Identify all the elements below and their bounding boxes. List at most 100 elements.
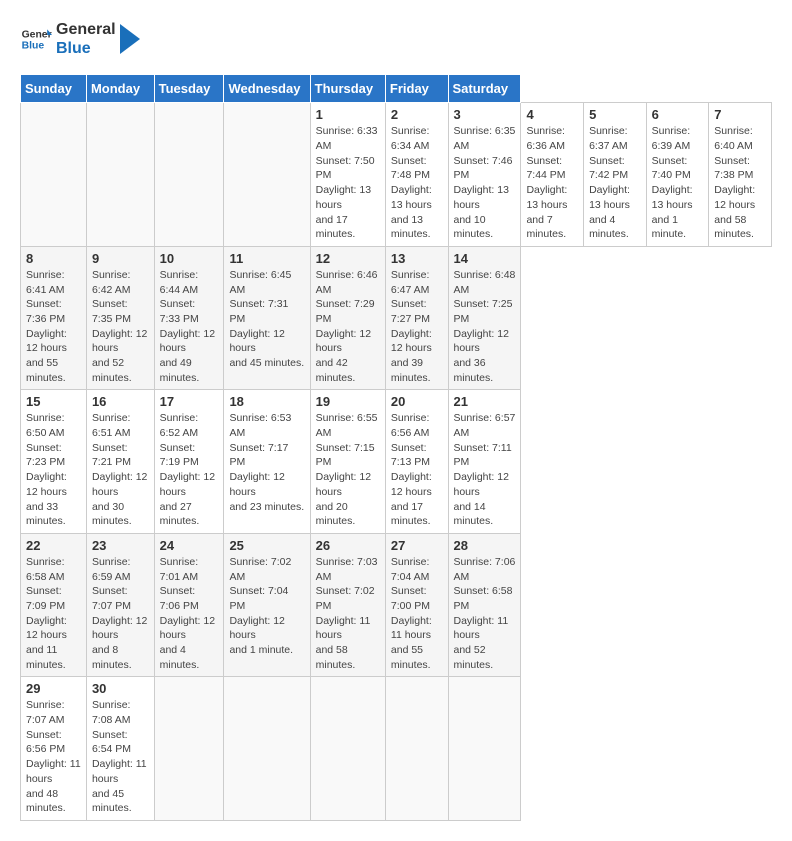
logo-arrow-icon [120,24,140,54]
day-number: 16 [92,394,149,409]
empty-cell [21,103,87,247]
week-row-5: 29Sunrise: 7:07 AM Sunset: 6:56 PM Dayli… [21,677,772,821]
calendar-body: 1 Sunrise: 6:33 AM Sunset: 7:50 PM Daylig… [21,103,772,821]
day-cell-22: 22 Sunrise: 6:58 AM Sunset: 7:09 PM Dayli… [21,533,87,677]
empty-cell [385,677,448,821]
day-info: Sunrise: 6:55 AM Sunset: 7:15 PM Dayligh… [316,411,380,529]
day-number: 7 [714,107,766,122]
day-cell-25: 25Sunrise: 7:02 AM Sunset: 7:04 PM Dayli… [224,533,310,677]
day-cell-17: 17Sunrise: 6:52 AM Sunset: 7:19 PM Dayli… [154,390,224,534]
column-header-thursday: Thursday [310,75,385,103]
day-number: 4 [526,107,578,122]
day-cell-11: 11Sunrise: 6:45 AM Sunset: 7:31 PM Dayli… [224,246,310,390]
day-number: 27 [391,538,443,553]
day-cell-21: 21 Sunrise: 6:57 AM Sunset: 7:11 PM Dayli… [448,390,521,534]
column-header-wednesday: Wednesday [224,75,310,103]
day-cell-10: 10 Sunrise: 6:44 AM Sunset: 7:33 PM Dayli… [154,246,224,390]
day-cell-13: 13Sunrise: 6:47 AM Sunset: 7:27 PM Dayli… [385,246,448,390]
calendar-header-row: SundayMondayTuesdayWednesdayThursdayFrid… [21,75,772,103]
day-number: 29 [26,681,81,696]
day-info: Sunrise: 6:59 AM Sunset: 7:07 PM Dayligh… [92,555,149,673]
day-cell-1: 1 Sunrise: 6:33 AM Sunset: 7:50 PM Daylig… [310,103,385,247]
day-info: Sunrise: 6:44 AM Sunset: 7:33 PM Dayligh… [160,268,219,386]
day-cell-15: 15 Sunrise: 6:50 AM Sunset: 7:23 PM Dayli… [21,390,87,534]
day-number: 19 [316,394,380,409]
day-number: 9 [92,251,149,266]
day-info: Sunrise: 6:42 AM Sunset: 7:35 PM Dayligh… [92,268,149,386]
day-cell-9: 9 Sunrise: 6:42 AM Sunset: 7:35 PM Daylig… [86,246,154,390]
day-cell-30: 30 Sunrise: 7:08 AM Sunset: 6:54 PM Dayli… [86,677,154,821]
day-info: Sunrise: 6:56 AM Sunset: 7:13 PM Dayligh… [391,411,443,529]
day-number: 15 [26,394,81,409]
day-info: Sunrise: 6:33 AM Sunset: 7:50 PM Dayligh… [316,124,380,242]
day-info: Sunrise: 6:50 AM Sunset: 7:23 PM Dayligh… [26,411,81,529]
day-cell-20: 20 Sunrise: 6:56 AM Sunset: 7:13 PM Dayli… [385,390,448,534]
logo-icon: General Blue [20,23,52,55]
day-cell-12: 12Sunrise: 6:46 AM Sunset: 7:29 PM Dayli… [310,246,385,390]
day-cell-3: 3Sunrise: 6:35 AM Sunset: 7:46 PM Daylig… [448,103,521,247]
column-header-saturday: Saturday [448,75,521,103]
day-info: Sunrise: 7:08 AM Sunset: 6:54 PM Dayligh… [92,698,149,816]
day-number: 23 [92,538,149,553]
empty-cell [224,103,310,247]
day-number: 1 [316,107,380,122]
day-info: Sunrise: 6:58 AM Sunset: 7:09 PM Dayligh… [26,555,81,673]
page-header: General Blue General Blue [20,20,772,58]
empty-cell [310,677,385,821]
day-cell-16: 16Sunrise: 6:51 AM Sunset: 7:21 PM Dayli… [86,390,154,534]
empty-cell [448,677,521,821]
day-info: Sunrise: 6:46 AM Sunset: 7:29 PM Dayligh… [316,268,380,386]
day-number: 24 [160,538,219,553]
empty-cell [224,677,310,821]
day-number: 2 [391,107,443,122]
day-info: Sunrise: 6:39 AM Sunset: 7:40 PM Dayligh… [652,124,704,242]
day-info: Sunrise: 6:57 AM Sunset: 7:11 PM Dayligh… [454,411,516,529]
day-cell-26: 26 Sunrise: 7:03 AM Sunset: 7:02 PM Dayli… [310,533,385,677]
column-header-sunday: Sunday [21,75,87,103]
day-cell-27: 27Sunrise: 7:04 AM Sunset: 7:00 PM Dayli… [385,533,448,677]
column-header-friday: Friday [385,75,448,103]
week-row-3: 15 Sunrise: 6:50 AM Sunset: 7:23 PM Dayli… [21,390,772,534]
day-cell-6: 6 Sunrise: 6:39 AM Sunset: 7:40 PM Daylig… [646,103,709,247]
empty-cell [154,103,224,247]
day-number: 30 [92,681,149,696]
day-info: Sunrise: 6:53 AM Sunset: 7:17 PM Dayligh… [229,411,304,514]
day-cell-14: 14 Sunrise: 6:48 AM Sunset: 7:25 PM Dayli… [448,246,521,390]
day-number: 22 [26,538,81,553]
day-number: 20 [391,394,443,409]
day-info: Sunrise: 7:01 AM Sunset: 7:06 PM Dayligh… [160,555,219,673]
day-info: Sunrise: 6:37 AM Sunset: 7:42 PM Dayligh… [589,124,641,242]
day-cell-7: 7 Sunrise: 6:40 AM Sunset: 7:38 PM Daylig… [709,103,772,247]
empty-cell [154,677,224,821]
day-info: Sunrise: 6:36 AM Sunset: 7:44 PM Dayligh… [526,124,578,242]
day-info: Sunrise: 7:03 AM Sunset: 7:02 PM Dayligh… [316,555,380,673]
day-info: Sunrise: 6:35 AM Sunset: 7:46 PM Dayligh… [454,124,516,242]
logo: General Blue General Blue [20,20,140,58]
day-cell-23: 23 Sunrise: 6:59 AM Sunset: 7:07 PM Dayli… [86,533,154,677]
day-number: 11 [229,251,304,266]
day-cell-29: 29Sunrise: 7:07 AM Sunset: 6:56 PM Dayli… [21,677,87,821]
day-number: 8 [26,251,81,266]
day-info: Sunrise: 6:48 AM Sunset: 7:25 PM Dayligh… [454,268,516,386]
week-row-4: 22 Sunrise: 6:58 AM Sunset: 7:09 PM Dayli… [21,533,772,677]
logo-blue: Blue [56,39,116,58]
day-number: 26 [316,538,380,553]
empty-cell [86,103,154,247]
week-row-2: 8Sunrise: 6:41 AM Sunset: 7:36 PM Daylig… [21,246,772,390]
column-header-monday: Monday [86,75,154,103]
day-cell-24: 24 Sunrise: 7:01 AM Sunset: 7:06 PM Dayli… [154,533,224,677]
column-header-tuesday: Tuesday [154,75,224,103]
calendar-table: SundayMondayTuesdayWednesdayThursdayFrid… [20,74,772,821]
day-number: 21 [454,394,516,409]
day-number: 6 [652,107,704,122]
day-number: 13 [391,251,443,266]
day-cell-5: 5Sunrise: 6:37 AM Sunset: 7:42 PM Daylig… [584,103,647,247]
day-info: Sunrise: 6:34 AM Sunset: 7:48 PM Dayligh… [391,124,443,242]
day-number: 17 [160,394,219,409]
day-cell-2: 2 Sunrise: 6:34 AM Sunset: 7:48 PM Daylig… [385,103,448,247]
day-cell-28: 28Sunrise: 7:06 AM Sunset: 6:58 PM Dayli… [448,533,521,677]
day-cell-8: 8Sunrise: 6:41 AM Sunset: 7:36 PM Daylig… [21,246,87,390]
day-info: Sunrise: 6:40 AM Sunset: 7:38 PM Dayligh… [714,124,766,242]
day-number: 10 [160,251,219,266]
day-number: 14 [454,251,516,266]
